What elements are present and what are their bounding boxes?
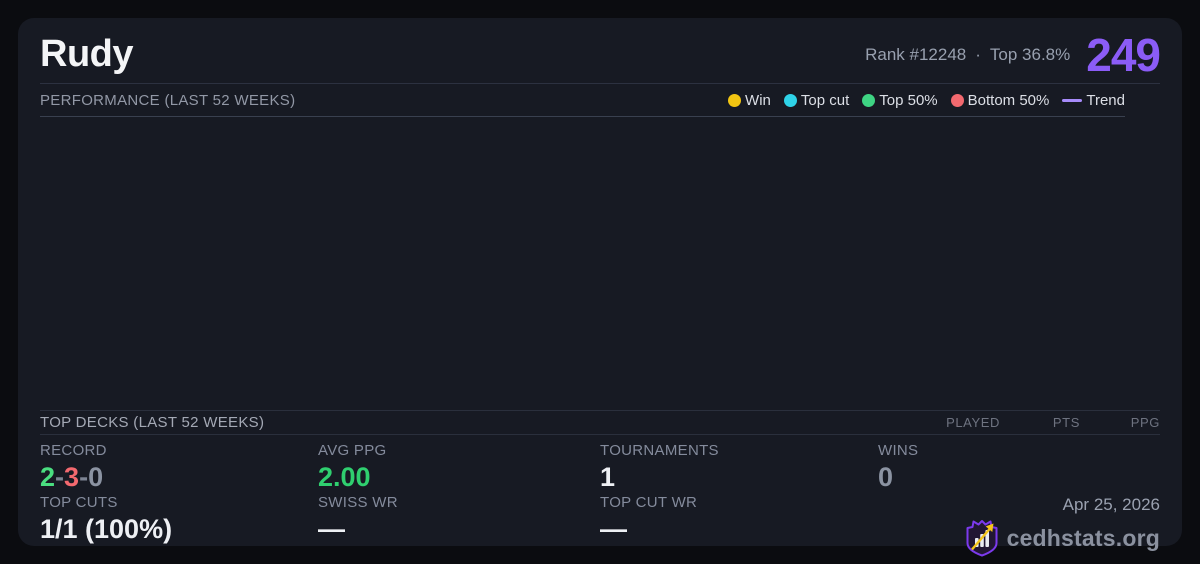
record-separator: -: [55, 462, 65, 492]
top-decks-header: TOP DECKS (LAST 52 WEEKS) PLAYED PTS PPG: [40, 410, 1160, 435]
stat-wins: WINS 0: [878, 442, 1160, 494]
site-brand[interactable]: cedhstats.org: [965, 519, 1160, 557]
generated-date: Apr 25, 2026: [1062, 495, 1160, 514]
avg-ppg-value: 2.00: [318, 462, 371, 492]
legend-item-top-cut[interactable]: Top cut: [783, 91, 850, 109]
column-ppg: PPG: [1130, 415, 1160, 430]
tournaments-value: 1: [600, 462, 616, 492]
legend-label: Top cut: [800, 91, 850, 109]
rank-label: Rank #12248: [865, 44, 967, 64]
legend-label: Win: [745, 91, 771, 109]
top-cut-dot-icon: [783, 93, 797, 107]
percentile-label: Top 36.8%: [989, 44, 1071, 64]
stat-avg-ppg: AVG PPG 2.00: [318, 442, 600, 494]
stat-label: TOP CUT WR: [600, 494, 698, 511]
top-50-dot-icon: [862, 93, 876, 107]
top-decks-title: TOP DECKS (LAST 52 WEEKS): [40, 414, 265, 431]
record-draws: 0: [88, 462, 104, 492]
top-cuts-value: 1/1 (100%): [40, 514, 173, 544]
legend-label: Top 50%: [879, 91, 938, 109]
rank-summary: Rank #12248 · Top 36.8% 249: [865, 28, 1161, 81]
player-stats-card: Rudy Rank #12248 · Top 36.8% 249 PERFORM…: [18, 18, 1182, 557]
stat-label: AVG PPG: [318, 442, 387, 459]
rank-line: Rank #12248 · Top 36.8%: [865, 45, 1070, 65]
legend-label: Bottom 50%: [967, 91, 1050, 109]
card-header: Rudy Rank #12248 · Top 36.8% 249: [40, 18, 1161, 84]
win-dot-icon: [728, 93, 742, 107]
card-footer: Apr 25, 2026 cedhstats.org: [878, 494, 1160, 557]
legend-item-trend[interactable]: Trend: [1062, 92, 1125, 109]
stat-top-cuts: TOP CUTS 1/1 (100%): [40, 494, 318, 546]
chart-legend: Win Top cut Top 50% Bottom 50% Trend: [728, 92, 1125, 109]
column-played: PLAYED: [946, 415, 1000, 430]
bottom-50-dot-icon: [950, 93, 964, 107]
wins-value: 0: [878, 462, 894, 492]
legend-label: Trend: [1086, 91, 1125, 109]
cedhstats-shield-logo-icon: [966, 520, 998, 557]
rank-separator: ·: [975, 44, 981, 64]
legend-item-win[interactable]: Win: [728, 92, 771, 109]
stat-top-cut-wr: TOP CUT WR —: [600, 494, 878, 546]
swiss-wr-value: —: [318, 514, 345, 544]
column-pts: PTS: [1052, 415, 1080, 430]
legend-item-bottom-50[interactable]: Bottom 50%: [950, 91, 1050, 109]
legend-item-top-50[interactable]: Top 50%: [862, 91, 938, 109]
performance-header: PERFORMANCE (LAST 52 WEEKS) Win Top cut …: [40, 84, 1125, 117]
top-cut-wr-value: —: [600, 514, 627, 544]
record-losses: 3: [64, 462, 80, 492]
performance-title: PERFORMANCE (LAST 52 WEEKS): [40, 91, 296, 109]
stat-label: WINS: [878, 442, 919, 459]
stat-label: RECORD: [40, 442, 107, 459]
stats-grid: RECORD 2-3-0 AVG PPG 2.00 TOURNAMENTS 1 …: [40, 435, 1160, 557]
record-separator: -: [79, 462, 89, 492]
site-name: cedhstats.org: [1006, 524, 1160, 551]
points-total: 249: [1086, 28, 1161, 81]
stat-label: TOURNAMENTS: [600, 442, 719, 459]
stat-record: RECORD 2-3-0: [40, 442, 318, 494]
stat-label: SWISS WR: [318, 494, 398, 511]
player-name: Rudy: [40, 33, 134, 75]
record-value: 2-3-0: [40, 463, 318, 491]
trend-line-icon: [1062, 98, 1083, 102]
stat-label: TOP CUTS: [40, 494, 118, 511]
stat-swiss-wr: SWISS WR —: [318, 494, 600, 546]
record-wins: 2: [40, 462, 56, 492]
stat-tournaments: TOURNAMENTS 1: [600, 442, 878, 494]
performance-chart-empty: [40, 117, 1160, 410]
top-decks-columns: PLAYED PTS PPG: [920, 415, 1160, 430]
